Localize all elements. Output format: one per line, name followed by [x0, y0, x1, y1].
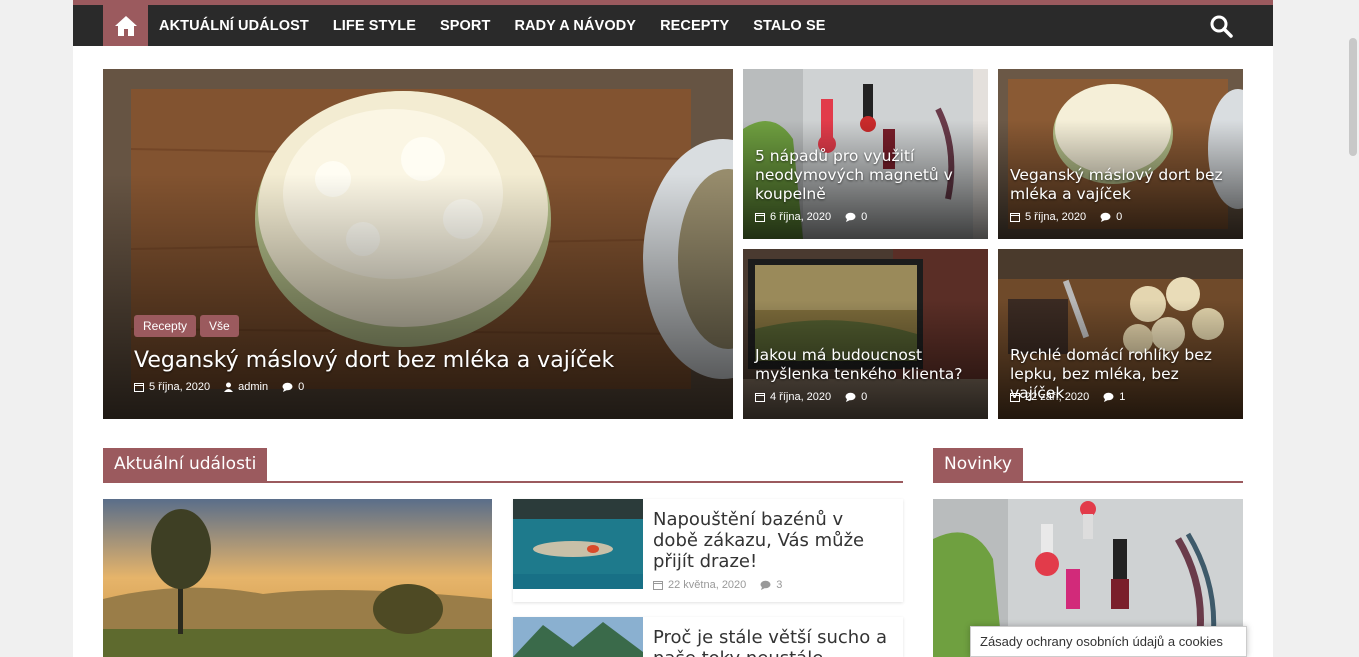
news-list-date-1[interactable]: 22 května, 2020 — [668, 579, 746, 591]
section-title-sidebar[interactable]: Novinky — [933, 448, 1023, 481]
featured-post-4[interactable]: Rychlé domácí rohlíky bez lepku, bez mlé… — [998, 249, 1243, 419]
tile-3-title[interactable]: Jakou má budoucnost myšlenka tenkého kli… — [755, 346, 980, 384]
comment-icon — [1100, 212, 1111, 222]
tile-3-date[interactable]: 4 října, 2020 — [770, 391, 831, 403]
section-header-news: Aktuální události — [103, 448, 903, 483]
home-button[interactable] — [103, 5, 148, 46]
calendar-icon — [134, 383, 144, 392]
news-list-meta-1: 22 května, 2020 3 — [653, 579, 782, 591]
featured-post-main[interactable]: Recepty Vše Veganský máslový dort bez mlé… — [103, 69, 733, 419]
calendar-icon — [653, 581, 663, 590]
hero-meta: 5 října, 2020 admin 0 — [134, 381, 304, 393]
tile-1-meta: 6 října, 2020 0 — [755, 211, 867, 223]
hero-comments[interactable]: 0 — [298, 381, 304, 393]
comment-icon — [1103, 392, 1114, 402]
featured-post-2[interactable]: Veganský máslový dort bez mléka a vajíče… — [998, 69, 1243, 239]
news-list-item-2[interactable]: Proč je stále větší sucho a naše toky ne… — [513, 617, 903, 657]
tile-1-comments[interactable]: 0 — [861, 211, 867, 223]
featured-post-3[interactable]: Jakou má budoucnost myšlenka tenkého kli… — [743, 249, 988, 419]
tile-4-meta: 22 září, 2020 1 — [1010, 391, 1125, 403]
news-list-comments-1[interactable]: 3 — [776, 579, 782, 591]
news-list-title-2[interactable]: Proč je stále větší sucho a naše toky ne… — [653, 627, 893, 657]
hero-tags: Recepty Vše — [134, 315, 243, 337]
section-header-sidebar: Novinky — [933, 448, 1243, 483]
home-icon — [114, 15, 137, 36]
tile-4-comments[interactable]: 1 — [1119, 391, 1125, 403]
comment-icon — [760, 580, 771, 590]
sunrise-landscape-photo — [103, 499, 492, 657]
hero-date[interactable]: 5 října, 2020 — [149, 381, 210, 393]
hero-title[interactable]: Veganský máslový dort bez mléka a vajíče… — [134, 348, 614, 373]
nav-item-aktualni-udalost[interactable]: AKTUÁLNÍ UDÁLOST — [159, 18, 309, 34]
tile-4-date[interactable]: 22 září, 2020 — [1025, 391, 1089, 403]
tag-vse[interactable]: Vše — [200, 315, 239, 337]
scrollbar[interactable] — [1347, 0, 1359, 657]
tile-2-comments[interactable]: 0 — [1116, 211, 1122, 223]
nav-item-recepty[interactable]: RECEPTY — [660, 18, 729, 34]
tag-recepty[interactable]: Recepty — [134, 315, 197, 337]
tile-1-title[interactable]: 5 nápadů pro využití neodymových magnetů… — [755, 147, 980, 204]
nav-item-stalo-se[interactable]: STALO SE — [753, 18, 825, 34]
scrollbar-thumb[interactable] — [1349, 38, 1357, 156]
nav-menu: AKTUÁLNÍ UDÁLOST LIFE STYLE SPORT RADY A… — [159, 5, 849, 46]
mountain-river-thumbnail — [513, 617, 643, 657]
comment-icon — [845, 212, 856, 222]
nav-item-sport[interactable]: SPORT — [440, 18, 490, 34]
featured-post-1[interactable]: 5 nápadů pro využití neodymových magnetů… — [743, 69, 988, 239]
page-wrapper: AKTUÁLNÍ UDÁLOST LIFE STYLE SPORT RADY A… — [73, 0, 1273, 657]
calendar-icon — [755, 393, 765, 402]
calendar-icon — [1010, 393, 1020, 402]
comment-icon — [282, 382, 293, 392]
main-navigation: AKTUÁLNÍ UDÁLOST LIFE STYLE SPORT RADY A… — [73, 0, 1273, 46]
comment-icon — [845, 392, 856, 402]
news-main-image[interactable] — [103, 499, 492, 657]
calendar-icon — [1010, 213, 1020, 222]
news-list-item-1[interactable]: Napouštění bazénů v době zákazu, Vás můž… — [513, 499, 903, 602]
tile-3-comments[interactable]: 0 — [861, 391, 867, 403]
search-icon[interactable] — [1209, 14, 1233, 38]
nav-item-rady-a-navody[interactable]: RADY A NÁVODY — [514, 18, 636, 34]
hero-author[interactable]: admin — [238, 381, 268, 393]
tile-2-title[interactable]: Veganský máslový dort bez mléka a vajíče… — [1010, 166, 1235, 204]
calendar-icon — [755, 213, 765, 222]
user-icon — [224, 382, 234, 392]
news-list-title-1[interactable]: Napouštění bazénů v době zákazu, Vás můž… — [653, 509, 893, 572]
pool-thumbnail — [513, 499, 643, 589]
tile-2-meta: 5 října, 2020 0 — [1010, 211, 1122, 223]
tile-1-date[interactable]: 6 října, 2020 — [770, 211, 831, 223]
tile-3-meta: 4 října, 2020 0 — [755, 391, 867, 403]
cookie-notice[interactable]: Zásady ochrany osobních údajů a cookies — [970, 626, 1247, 657]
nav-item-life-style[interactable]: LIFE STYLE — [333, 18, 416, 34]
section-title-news[interactable]: Aktuální události — [103, 448, 268, 481]
tile-2-date[interactable]: 5 října, 2020 — [1025, 211, 1086, 223]
